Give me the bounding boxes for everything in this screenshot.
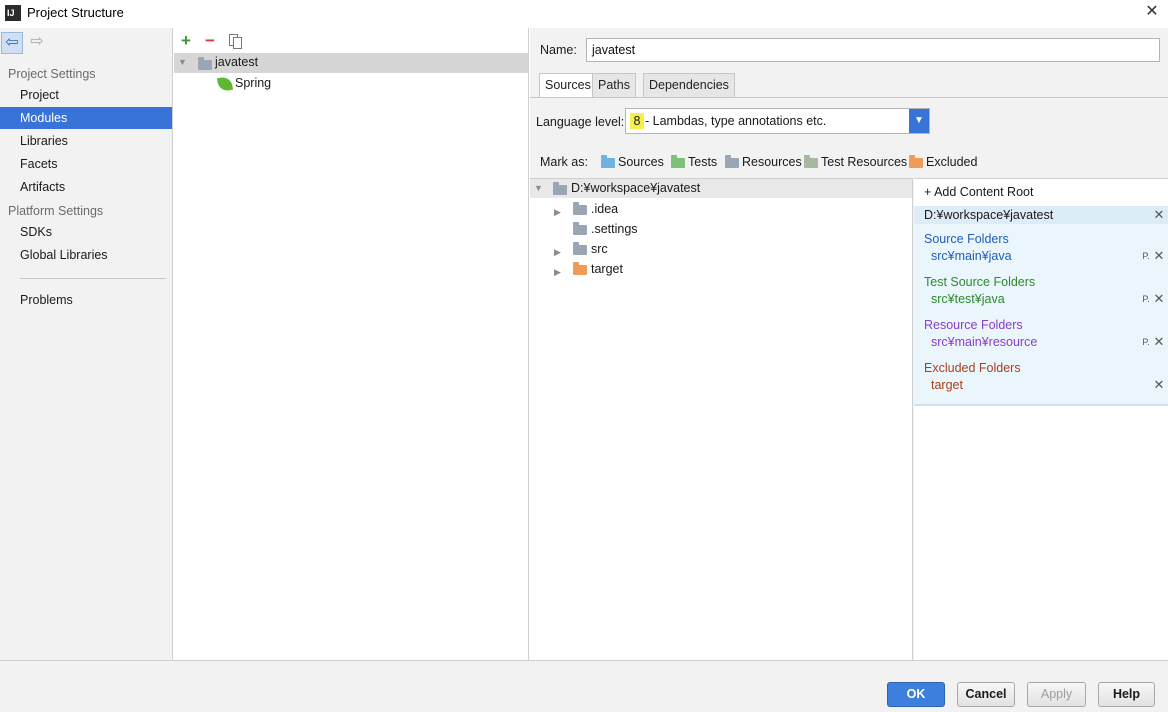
nav-item-modules[interactable]: Modules [0,107,172,129]
folder-icon [573,222,587,235]
add-content-root-button[interactable]: + Add Content Root [924,185,1033,199]
title-bar: IJ Project Structure ✕ [0,0,1168,26]
tree-row-settings[interactable]: .settings [530,219,912,239]
mark-as-resources-label: Resources [742,155,802,169]
project-settings-header: Project Settings [8,67,96,81]
help-button[interactable]: Help [1098,682,1155,707]
apply-button[interactable]: Apply [1027,682,1086,707]
forward-arrow-icon[interactable]: ⇨ [26,32,48,54]
sources-folder-icon [601,155,615,168]
module-tree-row-javatest[interactable]: ▼ javatest [174,53,528,73]
remove-folder-icon[interactable]: ✕ [1152,249,1166,263]
mark-as-sources-label: Sources [618,155,664,169]
content-root-tree: ▼ D:¥workspace¥javatest ▶ .idea .setting… [530,178,913,660]
add-icon[interactable]: + [175,31,197,51]
expand-arrow-icon[interactable]: ▶ [554,263,561,281]
resource-folders-title: Resource Folders [924,318,1023,332]
language-level-dropdown[interactable]: 8 - Lambdas, type annotations etc. ▼ [625,108,930,134]
nav-item-problems[interactable]: Problems [0,289,172,311]
source-folder-item: src¥main¥java [931,249,1012,263]
tab-underline [530,97,1168,98]
tree-row-target[interactable]: ▶ target [530,259,912,279]
tests-folder-icon [671,155,685,168]
nav-divider [20,278,166,279]
folder-properties-icon[interactable]: P. [1140,292,1152,306]
excluded-folders-title: Excluded Folders [924,361,1021,375]
copy-icon[interactable] [225,31,245,51]
nav-item-sdks[interactable]: SDKs [0,221,172,243]
folder-name: target [591,262,623,276]
mark-as-tests-label: Tests [688,155,718,169]
mark-as-test-resources-label: Test Resources [821,155,908,169]
remove-folder-icon[interactable]: ✕ [1152,378,1166,392]
nav-item-global-libraries[interactable]: Global Libraries [0,244,172,266]
tab-paths[interactable]: Paths [592,73,636,97]
collapse-arrow-icon[interactable]: ▼ [178,57,187,67]
content-root-header: D:¥workspace¥javatest ✕ [914,206,1168,224]
tree-row-idea[interactable]: ▶ .idea [530,199,912,219]
language-level-number: 8 [630,113,644,129]
content-root-path: D:¥workspace¥javatest [924,208,1054,222]
modules-tree-panel: + − ▼ javatest Spring [174,28,529,660]
mark-as-label: Mark as: [540,155,588,169]
test-resources-folder-icon [804,155,818,168]
folder-icon [573,202,587,215]
chevron-down-icon[interactable]: ▼ [909,109,929,133]
cancel-button[interactable]: Cancel [957,682,1015,707]
tab-sources[interactable]: Sources [539,73,597,98]
tree-row-src[interactable]: ▶ src [530,239,912,259]
content-root-label: D:¥workspace¥javatest [571,181,701,195]
language-level-label: Language level: [536,115,625,129]
ok-button[interactable]: OK [887,682,945,707]
dialog-button-bar: OK Cancel Apply Help [0,660,1168,712]
window-title: Project Structure [27,5,124,20]
folder-properties-icon[interactable]: P. [1140,249,1152,263]
nav-item-libraries[interactable]: Libraries [0,130,172,152]
content-tree-root-row[interactable]: ▼ D:¥workspace¥javatest [530,179,912,198]
content-roots-panel: + Add Content Root D:¥workspace¥javatest… [914,178,1168,660]
name-label: Name: [540,43,577,57]
module-tree-row-spring[interactable]: Spring [235,76,271,90]
mark-as-excluded-label: Excluded [926,155,978,169]
close-window-button[interactable]: ✕ [1142,2,1162,22]
remove-icon[interactable]: − [199,31,221,51]
module-name-input[interactable]: javatest [586,38,1160,62]
folder-icon [553,182,567,195]
tab-dependencies[interactable]: Dependencies [643,73,735,97]
remove-content-root-icon[interactable]: ✕ [1152,208,1166,222]
module-folder-icon [198,57,212,70]
nav-item-project[interactable]: Project [0,84,172,106]
test-source-folders-title: Test Source Folders [924,275,1036,289]
remove-folder-icon[interactable]: ✕ [1152,292,1166,306]
nav-item-artifacts[interactable]: Artifacts [0,176,172,198]
settings-navigation: ⇦ ⇨ Project Settings Project Modules Lib… [0,28,173,660]
test-source-folder-item: src¥test¥java [931,292,1005,306]
folder-name: src [591,242,608,256]
remove-folder-icon[interactable]: ✕ [1152,335,1166,349]
module-name: javatest [215,55,259,69]
intellij-app-icon: IJ [5,5,21,21]
language-level-text: - Lambdas, type annotations etc. [645,114,827,128]
module-details-panel: Name: javatest Sources Paths Dependencie… [530,28,1168,660]
back-arrow-icon[interactable]: ⇦ [1,32,23,54]
resource-folder-item: src¥main¥resource [931,335,1038,349]
collapse-arrow-icon[interactable]: ▼ [534,183,543,193]
folder-properties-icon[interactable]: P. [1140,335,1152,349]
nav-item-facets[interactable]: Facets [0,153,172,175]
excluded-folder-item: target [931,378,963,392]
excluded-folder-icon [909,155,923,168]
content-root-box: D:¥workspace¥javatest ✕ Source Folders s… [914,206,1168,406]
resources-folder-icon [725,155,739,168]
excluded-folder-icon [573,262,587,275]
platform-settings-header: Platform Settings [8,204,104,218]
folder-icon [573,242,587,255]
source-folders-title: Source Folders [924,232,1009,246]
folder-name: .settings [591,222,638,236]
folder-name: .idea [591,202,619,216]
spring-leaf-icon [216,75,234,93]
